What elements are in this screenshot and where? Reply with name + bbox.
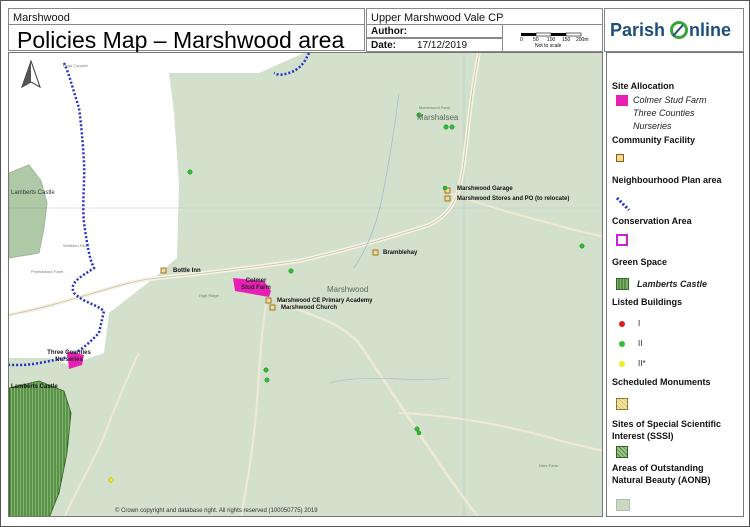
legend-plan-area-line-icon [616,197,630,211]
legend-conservation-area: Conservation Area [612,216,692,226]
basemap-annotation: Pineharbour Farm [31,269,64,274]
legend-community-icon [616,154,624,162]
scale-note: Not to scale [535,43,562,49]
label-church[interactable]: Marshwood Church [281,305,337,312]
parish-name: Upper Marshwood Vale CP [371,12,504,24]
legend-grade-iistar-dot-icon [619,361,625,367]
legend-grade-i-dot-icon [619,321,625,327]
label-three-counties-nurseries[interactable]: Three Counties Nurseries [45,350,93,364]
basemap-annotation: Dere Farm [539,463,559,468]
label-bramblehay[interactable]: Bramblehay [383,250,417,257]
legend-listed-buildings: Listed Buildings [612,297,683,307]
area-name-cell: Marshwood [8,8,365,25]
map-base [9,53,602,516]
legend-sssi-line1: Sites of Special Scientific [612,419,722,429]
label-bottle-inn[interactable]: Bottle Inn [173,268,201,275]
label-colmer-stud-farm[interactable]: Colmer Stud Farm [241,278,271,292]
date-value: 17/12/2019 [417,40,468,51]
author-cell: Author: [366,24,503,38]
legend-community-facility: Community Facility [612,135,696,145]
legend-grade-ii-dot-icon [619,341,625,347]
legend-aonb-line2: Natural Beauty (AONB) [612,475,711,485]
scale-cell: 0 50 100 150 200m Not to scale [502,24,603,52]
label-lamberts-castle-south[interactable]: Lamberts Castle [11,384,58,391]
map-legend: Site Allocation Colmer Stud Farm Three C… [606,52,744,517]
label-marshwood-garage[interactable]: Marshwood Garage [457,186,513,193]
legend-scheduled-monuments: Scheduled Monuments [612,377,711,387]
legend-site-allocation: Site Allocation [612,81,675,91]
legend-allocation-item-1: Colmer Stud Farm [633,95,707,105]
legend-allocation-swatch [616,95,628,106]
legend-sssi-swatch [616,446,628,458]
legend-grade-ii-label: II [638,339,643,348]
legend-aonb-swatch [616,499,630,511]
brand-cell: Parish nline [604,8,744,52]
basemap-annotation: High Ridge [199,293,219,298]
brand-logo-right: nline [689,20,732,40]
place-name-marshwood: Marshwood [327,285,369,294]
legend-green-space: Green Space [612,257,668,267]
label-primary-academy[interactable]: Marshwood CE Primary Academy [277,298,372,305]
legend-allocation-item-2: Three Counties [633,108,695,118]
scale-tick-3: 150 [562,37,571,43]
label-marshwood-stores[interactable]: Marshwood Stores and PO (to relocate) [457,196,569,203]
parish-cell: Upper Marshwood Vale CP [366,8,603,25]
basemap-annotation: Wolfeton Farm [63,243,90,248]
basemap-annotation: Peak Coppice [63,63,88,68]
date-cell: Date: 17/12/2019 [366,38,503,52]
legend-aonb-line1: Areas of Outstanding [612,463,704,473]
listed-building-grade-iistar-dot [108,477,114,483]
legend-conservation-swatch [616,234,628,246]
policies-map[interactable]: Peak Coppice Wolfeton Farm Pineharbour F… [8,52,603,517]
legend-grade-i-label: I [638,319,641,328]
map-title: Policies Map – Marshwood area [17,27,345,53]
scale-tick-0: 0 [520,37,523,43]
basemap-annotation: Marshwood Farm [419,105,451,110]
legend-sssi-line2: Interest (SSSI) [612,431,674,441]
brand-logo-o-icon [670,21,688,39]
area-name: Marshwood [13,12,70,24]
brand-logo-left: Parish [610,20,666,40]
map-title-cell: Policies Map – Marshwood area [8,24,365,53]
date-label: Date: [371,40,397,51]
scale-tick-4: 200m [576,37,589,43]
copyright-notice: © Crown copyright and database right. Al… [115,508,318,514]
legend-green-space-hatch-icon [616,278,629,290]
place-name-marshalsea: Marshalsea [417,113,459,122]
legend-scheduled-monument-swatch [616,398,628,410]
legend-grade-iistar-label: II* [638,359,646,368]
author-label: Author: [371,26,408,37]
legend-neighbourhood-plan-area: Neighbourhood Plan area [612,175,722,185]
label-lamberts-castle-west[interactable]: Lamberts Castle [11,190,55,197]
legend-lamberts-castle: Lamberts Castle [637,279,708,289]
legend-allocation-item-3: Nurseries [633,121,672,131]
